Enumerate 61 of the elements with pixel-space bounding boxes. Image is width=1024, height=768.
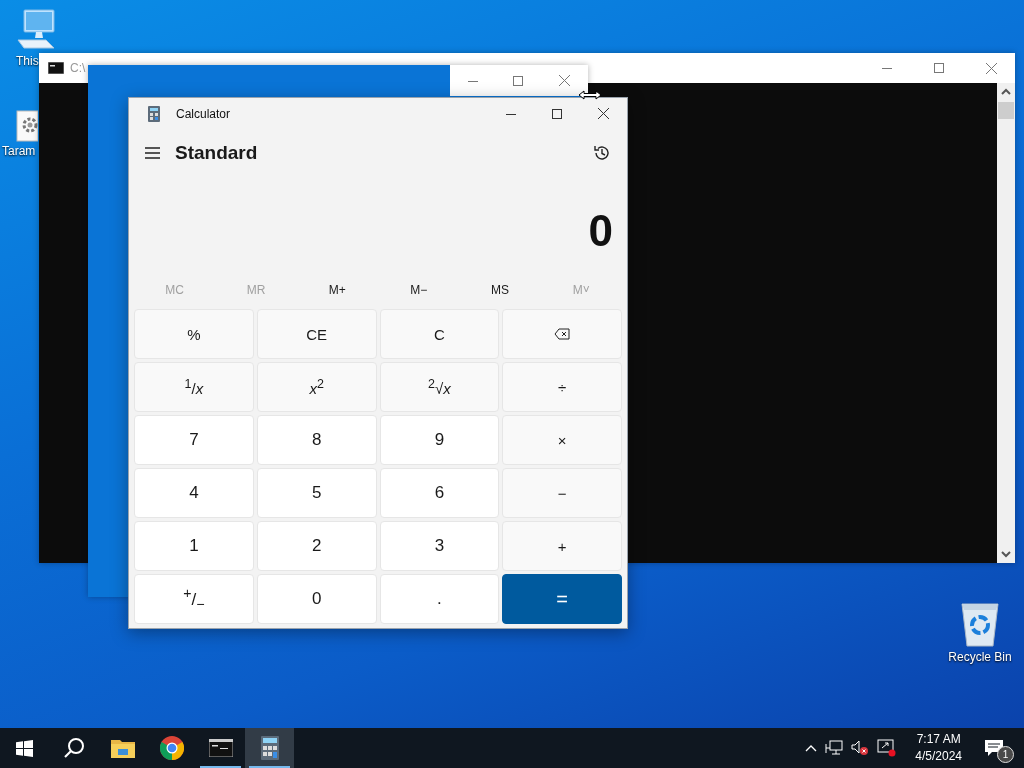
calculator-icon — [148, 105, 160, 122]
calculator-key[interactable]: . — [379, 574, 500, 624]
calculator-key[interactable]: × — [502, 415, 622, 465]
screen-icon[interactable] — [877, 739, 898, 757]
desktop-icon-label: This — [16, 54, 39, 68]
computer-icon[interactable] — [14, 8, 58, 52]
calculator-key[interactable]: x$^{2}$ — [256, 362, 377, 412]
clock-date[interactable]: 4/5/2024 — [915, 748, 962, 765]
history-icon[interactable] — [593, 143, 611, 162]
chrome-icon — [159, 736, 184, 760]
notification-badge: 1 — [997, 746, 1014, 763]
folder-icon — [110, 738, 135, 758]
calculator-key[interactable]: 8 — [256, 415, 377, 465]
console-icon — [208, 739, 233, 757]
clock-time[interactable]: 7:17 AM — [916, 731, 961, 748]
window-title: C:\ — [70, 61, 86, 75]
console-icon — [48, 62, 64, 74]
calculator-key[interactable]: 4 — [134, 468, 254, 518]
calculator-icon — [260, 736, 279, 760]
calculator-key[interactable]: + — [502, 521, 622, 571]
calculator-key[interactable]: C — [379, 309, 500, 359]
calculator-key[interactable]: $^{+}$/$_{−}$ — [134, 574, 254, 624]
calculator-key[interactable]: 2 — [256, 521, 377, 571]
memory-button[interactable]: M− — [378, 275, 460, 305]
menu-icon[interactable] — [145, 146, 160, 159]
taskbar-button[interactable] — [245, 728, 294, 768]
volume-muted-icon[interactable] — [851, 740, 870, 756]
scrollbar-thumb[interactable] — [998, 102, 1014, 119]
result-display: 0 — [588, 206, 613, 257]
settings-file-icon[interactable] — [16, 110, 38, 142]
calculator-key[interactable]: 7 — [134, 415, 254, 465]
windows-logo-icon — [16, 739, 33, 757]
recycle-bin-icon[interactable] — [958, 600, 1002, 648]
calculator-key[interactable]: 5 — [256, 468, 377, 518]
mode-title: Standard — [175, 141, 258, 164]
desktop-icon-label: Taram — [2, 144, 36, 158]
calculator-key[interactable]: ÷ — [502, 362, 622, 412]
search-icon — [62, 737, 85, 759]
network-icon[interactable] — [825, 740, 844, 756]
calculator-key[interactable]: 6 — [379, 468, 500, 518]
scroll-up-icon[interactable] — [1001, 88, 1011, 96]
maximize-icon[interactable] — [552, 108, 562, 119]
chevron-up-icon[interactable] — [805, 744, 818, 752]
calculator-key[interactable]: − — [502, 468, 622, 518]
calculator-key[interactable]: 0 — [256, 574, 377, 624]
window-title: Calculator — [176, 106, 231, 121]
calculator-key[interactable]: 9 — [379, 415, 500, 465]
calculator-key[interactable]: 3 — [379, 521, 500, 571]
calculator-key[interactable]: % — [134, 309, 254, 359]
close-icon[interactable] — [598, 108, 609, 120]
calculator-key[interactable]: 1 — [134, 521, 254, 571]
calculator-key[interactable]: $^{1}$/x — [134, 362, 254, 412]
backspace-icon — [554, 328, 571, 340]
scrollbar[interactable] — [997, 83, 1015, 563]
calculator-key[interactable]: CE — [256, 309, 377, 359]
memory-button[interactable]: M+ — [296, 275, 378, 305]
calculator-key[interactable]: $^{2}$√x — [379, 362, 500, 412]
scroll-down-icon[interactable] — [1001, 550, 1011, 558]
desktop-icon-label: Recycle Bin — [948, 650, 1012, 664]
memory-button[interactable]: MS — [459, 275, 541, 305]
calculator-key[interactable]: = — [502, 574, 622, 624]
